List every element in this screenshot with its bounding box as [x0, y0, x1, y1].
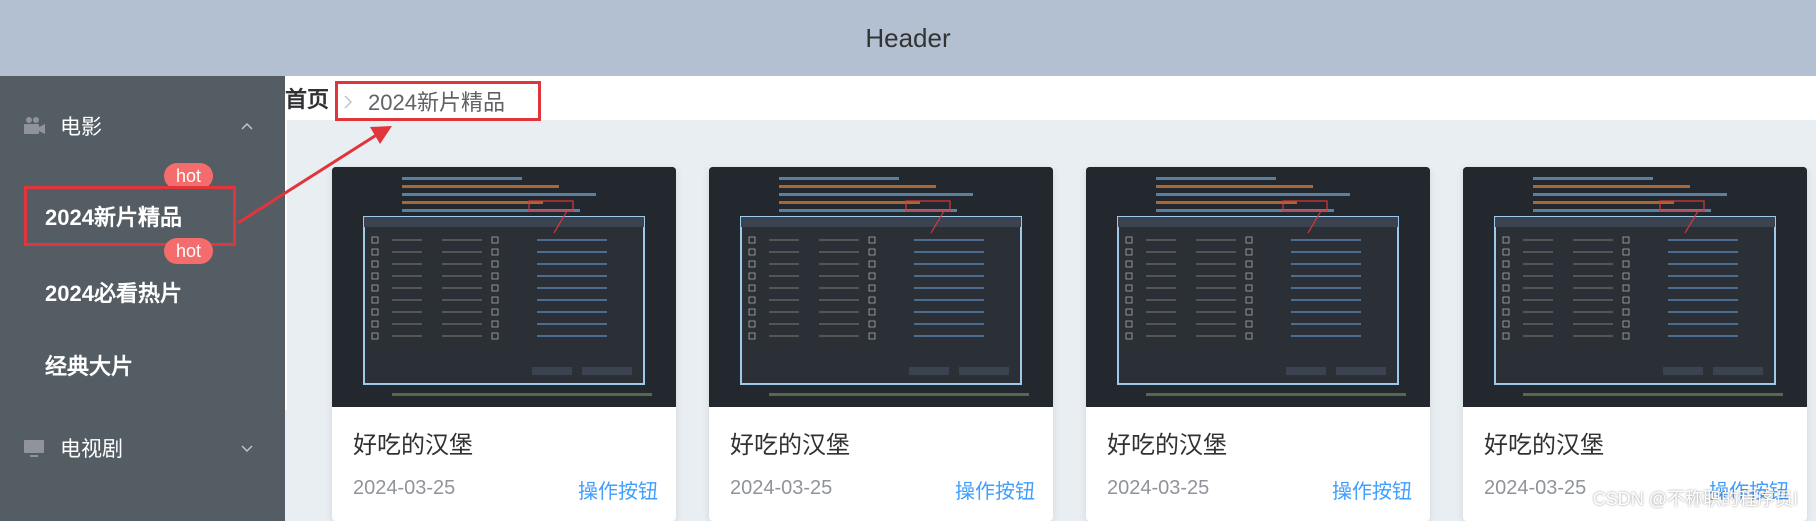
card-date: 2024-03-25 [1484, 477, 1587, 499]
movie-card[interactable]: 好吃的汉堡 2024-03-25 操作按钮 [1086, 167, 1430, 521]
chevron-right-icon [344, 95, 353, 109]
menu-group-label: 电影 [60, 116, 102, 139]
menu-group-movies[interactable]: 电影 [0, 98, 285, 154]
sidebar-item-2024-hot[interactable]: 2024必看热片 [0, 262, 285, 322]
card-image [709, 167, 1053, 407]
sidebar-item-2024-new[interactable]: 2024新片精品 [24, 186, 236, 246]
breadcrumb-current-box: 2024新片精品 [335, 81, 541, 121]
movie-card[interactable]: 好吃的汉堡 2024-03-25 操作按钮 [332, 167, 676, 521]
card-title: 好吃的汉堡 [353, 432, 473, 459]
chevron-up-icon [241, 122, 253, 130]
card-date: 2024-03-25 [730, 477, 833, 499]
card-title: 好吃的汉堡 [1107, 432, 1227, 459]
menu-group-label: 电视剧 [60, 438, 123, 461]
camera-icon [22, 114, 46, 138]
card-action-button[interactable]: 操作按钮 [1332, 475, 1412, 504]
sidebar-item-label: 经典大片 [45, 354, 134, 379]
breadcrumb-current: 2024新片精品 [368, 90, 505, 115]
thumbnail-graphic [1463, 167, 1807, 407]
app-root: Header 电影 hot 2024新片精品 hot 2024必看热片 经典大片… [0, 0, 1816, 521]
thumbnail-graphic [709, 167, 1053, 407]
sidebar-item-label: 2024新片精品 [45, 205, 182, 230]
card-action-button[interactable]: 操作按钮 [955, 475, 1035, 504]
card-action-button[interactable]: 操作按钮 [578, 475, 658, 504]
card-image [1086, 167, 1430, 407]
card-title: 好吃的汉堡 [730, 432, 850, 459]
chevron-down-icon [241, 445, 253, 453]
card-date: 2024-03-25 [353, 477, 456, 499]
sidebar-item-classics[interactable]: 经典大片 [0, 335, 285, 395]
submenu-movies: hot 2024新片精品 hot 2024必看热片 经典大片 [0, 160, 285, 396]
menu-group-tv[interactable]: 电视剧 [0, 420, 285, 476]
header: Header [0, 0, 1816, 76]
sidebar-divider [285, 120, 287, 410]
breadcrumb-home[interactable]: 首页 [285, 82, 329, 114]
thumbnail-graphic [1086, 167, 1430, 407]
card-date: 2024-03-25 [1107, 477, 1210, 499]
sidebar: 电影 hot 2024新片精品 hot 2024必看热片 经典大片 电视剧 [0, 76, 285, 521]
sidebar-item-label: 2024必看热片 [45, 281, 182, 306]
hot-badge: hot [164, 238, 214, 264]
breadcrumb: 首页 2024新片精品 [285, 76, 1816, 121]
movie-card[interactable]: 好吃的汉堡 2024-03-25 操作按钮 [1463, 167, 1807, 521]
card-image [1463, 167, 1807, 407]
thumbnail-graphic [332, 167, 676, 407]
monitor-icon [22, 436, 46, 460]
movie-card[interactable]: 好吃的汉堡 2024-03-25 操作按钮 [709, 167, 1053, 521]
card-image [332, 167, 676, 407]
watermark: CSDN @不称职的程序员I [1592, 489, 1798, 509]
card-title: 好吃的汉堡 [1484, 432, 1604, 459]
header-title: Header [865, 22, 951, 53]
